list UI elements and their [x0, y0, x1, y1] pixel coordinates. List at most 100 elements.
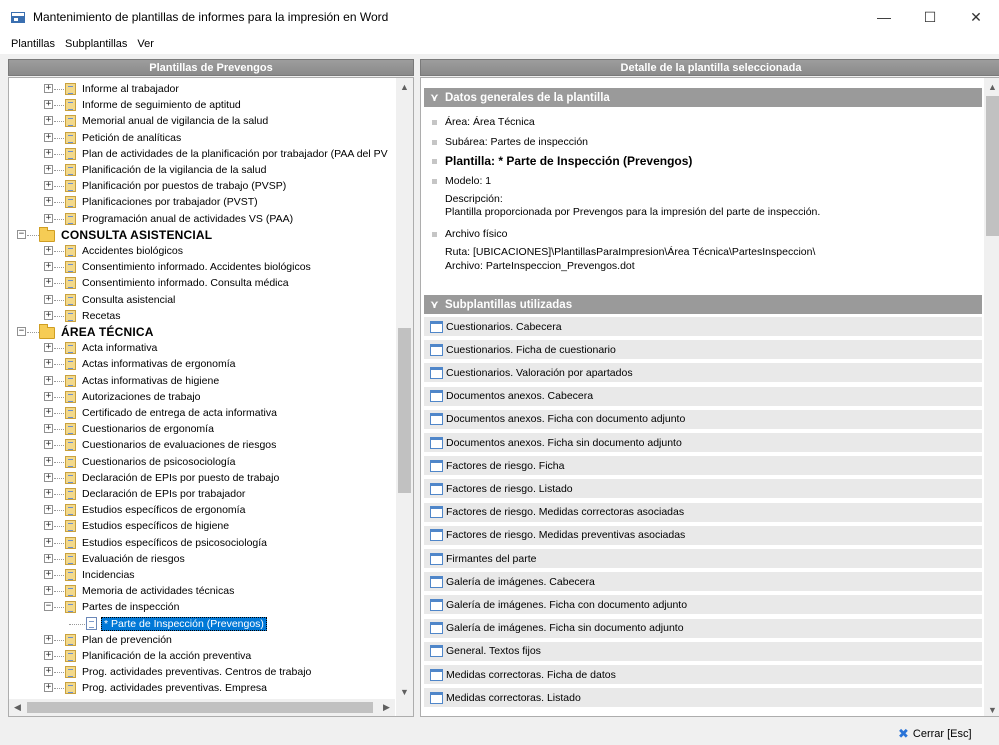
- expand-toggle-icon[interactable]: +: [44, 634, 53, 644]
- subtemplate-item[interactable]: Factores de riesgo. Medidas preventivas …: [424, 525, 982, 547]
- expand-toggle-icon[interactable]: +: [44, 343, 53, 353]
- expand-toggle-icon[interactable]: +: [44, 440, 53, 450]
- expand-toggle-icon[interactable]: +: [44, 472, 53, 482]
- expand-toggle-icon[interactable]: +: [44, 246, 53, 255]
- tree-item[interactable]: + Declaración de EPIs por puesto de traba…: [9, 470, 395, 486]
- scroll-left-icon[interactable]: ◀: [9, 699, 26, 716]
- general-data-section-header[interactable]: ⋎ Datos generales de la plantilla: [424, 88, 982, 107]
- tree-item[interactable]: + Cuestionarios de psicosociología: [9, 454, 395, 470]
- subtemplate-item[interactable]: Documentos anexos. Ficha con documento a…: [424, 409, 982, 431]
- menu-plantillas[interactable]: Plantillas: [6, 38, 60, 50]
- expand-toggle-icon[interactable]: +: [44, 456, 53, 466]
- subtemplate-item[interactable]: Factores de riesgo. Medidas correctoras …: [424, 502, 982, 524]
- expand-toggle-icon[interactable]: +: [44, 132, 53, 142]
- expand-toggle-icon[interactable]: +: [44, 359, 53, 369]
- expand-toggle-icon[interactable]: +: [44, 197, 53, 207]
- expand-toggle-icon[interactable]: +: [44, 181, 53, 191]
- scroll-up-icon[interactable]: ▲: [396, 78, 413, 95]
- subtemplate-item[interactable]: Cuestionarios. Valoración por apartados: [424, 363, 982, 385]
- tree-item[interactable]: + Autorizaciones de trabajo: [9, 389, 395, 405]
- scroll-right-icon[interactable]: ▶: [378, 699, 395, 716]
- tree-item[interactable]: + Declaración de EPIs por trabajador: [9, 486, 395, 502]
- tree-item[interactable]: + Recetas: [9, 308, 395, 324]
- tree-item[interactable]: + Cuestionarios de evaluaciones de riesgo…: [9, 437, 395, 453]
- tree-item[interactable]: − Partes de inspección: [9, 599, 395, 615]
- tree-item[interactable]: + Plan de prevención: [9, 632, 395, 648]
- subtemplate-item[interactable]: Factores de riesgo. Listado: [424, 479, 982, 501]
- expand-toggle-icon[interactable]: +: [44, 165, 53, 174]
- tree-item[interactable]: + Memoria de actividades técnicas: [9, 583, 395, 599]
- expand-toggle-icon[interactable]: +: [44, 310, 53, 320]
- tree-item[interactable]: + Memorial anual de vigilancia de la salu…: [9, 113, 395, 129]
- close-button[interactable]: ✖ Cerrar [Esc]: [898, 723, 998, 745]
- expand-toggle-icon[interactable]: +: [44, 521, 53, 531]
- tree-item[interactable]: + Informe de seguimiento de aptitud: [9, 97, 395, 113]
- expand-toggle-icon[interactable]: +: [44, 391, 53, 401]
- expand-toggle-icon[interactable]: +: [44, 375, 53, 385]
- tree-item[interactable]: + Informe al trabajador: [9, 81, 395, 97]
- tree-item[interactable]: + Planificaciones por trabajador (PVST): [9, 194, 395, 210]
- expand-toggle-icon[interactable]: +: [44, 213, 53, 223]
- tree-item[interactable]: + Consentimiento informado. Accidentes bi…: [9, 259, 395, 275]
- tree-item[interactable]: + Consulta asistencial: [9, 292, 395, 308]
- subtemplate-item[interactable]: Galería de imágenes. Ficha con documento…: [424, 595, 982, 617]
- scroll-down-icon[interactable]: ▼: [984, 701, 999, 716]
- subtemplate-item[interactable]: Documentos anexos. Ficha sin documento a…: [424, 433, 982, 454]
- tree-section[interactable]: − ÁREA TÉCNICA: [9, 324, 395, 340]
- subtemplate-item[interactable]: Documentos anexos. Cabecera: [424, 386, 982, 408]
- tree-item[interactable]: + Estudios específicos de higiene: [9, 518, 395, 534]
- subtemplates-section-header[interactable]: ⋎ Subplantillas utilizadas: [424, 295, 982, 314]
- tree-item[interactable]: + Planificación por puestos de trabajo (P…: [9, 178, 395, 194]
- subtemplate-item[interactable]: Firmantes del parte: [424, 549, 982, 570]
- tree-item[interactable]: + Plan de actividades de la planificación…: [9, 146, 395, 162]
- expand-toggle-icon[interactable]: +: [44, 667, 53, 677]
- tree-vertical-scrollbar[interactable]: ▲ ▼: [396, 78, 413, 700]
- tree-item[interactable]: + Prog. actividades preventivas. Centros …: [9, 664, 395, 680]
- tree-item[interactable]: + Estudios específicos de ergonomía: [9, 502, 395, 518]
- tree-item[interactable]: * Parte de Inspección (Prevengos): [9, 616, 395, 632]
- menu-subplantillas[interactable]: Subplantillas: [60, 38, 132, 50]
- tree-section[interactable]: − CONSULTA ASISTENCIAL: [9, 226, 395, 243]
- minimize-button[interactable]: —: [861, 0, 907, 34]
- detail-vertical-scrollbar[interactable]: ▲ ▼: [984, 78, 999, 716]
- expand-toggle-icon[interactable]: +: [44, 505, 53, 515]
- subtemplate-item[interactable]: Cuestionarios. Cabecera: [424, 317, 982, 338]
- subtemplate-item[interactable]: Factores de riesgo. Ficha: [424, 456, 982, 478]
- scroll-up-icon[interactable]: ▲: [984, 78, 999, 95]
- expand-toggle-icon[interactable]: +: [44, 100, 53, 110]
- tree-item[interactable]: + Accidentes biológicos: [9, 243, 395, 259]
- tree-item[interactable]: + Programación anual de actividades VS (P…: [9, 211, 395, 227]
- tree-item[interactable]: + Certificado de entrega de acta informat…: [9, 405, 395, 421]
- tree-item[interactable]: + Evaluación de riesgos: [9, 551, 395, 567]
- expand-toggle-icon[interactable]: +: [44, 537, 53, 547]
- expand-toggle-icon[interactable]: +: [44, 294, 53, 304]
- detail-scroll-thumb[interactable]: [986, 96, 999, 236]
- collapse-toggle-icon[interactable]: −: [44, 602, 53, 612]
- expand-toggle-icon[interactable]: +: [44, 116, 53, 126]
- tree-item[interactable]: + Incidencias: [9, 567, 395, 583]
- tree-item[interactable]: + Planificación de la vigilancia de la sa…: [9, 162, 395, 178]
- expand-toggle-icon[interactable]: +: [44, 683, 53, 693]
- expand-toggle-icon[interactable]: +: [44, 489, 53, 498]
- tree-item[interactable]: + Acta informativa: [9, 340, 395, 356]
- subtemplate-item[interactable]: Galería de imágenes. Ficha sin documento…: [424, 618, 982, 640]
- scroll-down-icon[interactable]: ▼: [396, 683, 413, 700]
- menu-ver[interactable]: Ver: [132, 38, 159, 50]
- tree-item[interactable]: + Prog. actividades preventivas. Empresa: [9, 680, 395, 696]
- expand-toggle-icon[interactable]: +: [44, 570, 53, 579]
- expand-toggle-icon[interactable]: +: [44, 586, 53, 596]
- expand-toggle-icon[interactable]: +: [44, 262, 53, 272]
- expand-toggle-icon[interactable]: +: [44, 278, 53, 288]
- tree-item[interactable]: + Estudios específicos de psicosociología: [9, 535, 395, 551]
- tree-item[interactable]: + Actas informativas de ergonomía: [9, 356, 395, 372]
- tree-item[interactable]: + Planificación de la acción preventiva: [9, 648, 395, 664]
- expand-toggle-icon[interactable]: +: [44, 553, 53, 563]
- close-window-button[interactable]: ✕: [953, 0, 999, 34]
- expand-toggle-icon[interactable]: +: [44, 424, 53, 434]
- tree-item[interactable]: + Petición de analíticas: [9, 130, 395, 146]
- tree-item[interactable]: + Actas informativas de higiene: [9, 373, 395, 389]
- tree-item[interactable]: + Consentimiento informado. Consulta médi…: [9, 275, 395, 291]
- tree-hscroll-thumb[interactable]: [27, 702, 373, 713]
- subtemplate-item[interactable]: Cuestionarios. Ficha de cuestionario: [424, 340, 982, 362]
- subtemplate-item[interactable]: Galería de imágenes. Cabecera: [424, 572, 982, 594]
